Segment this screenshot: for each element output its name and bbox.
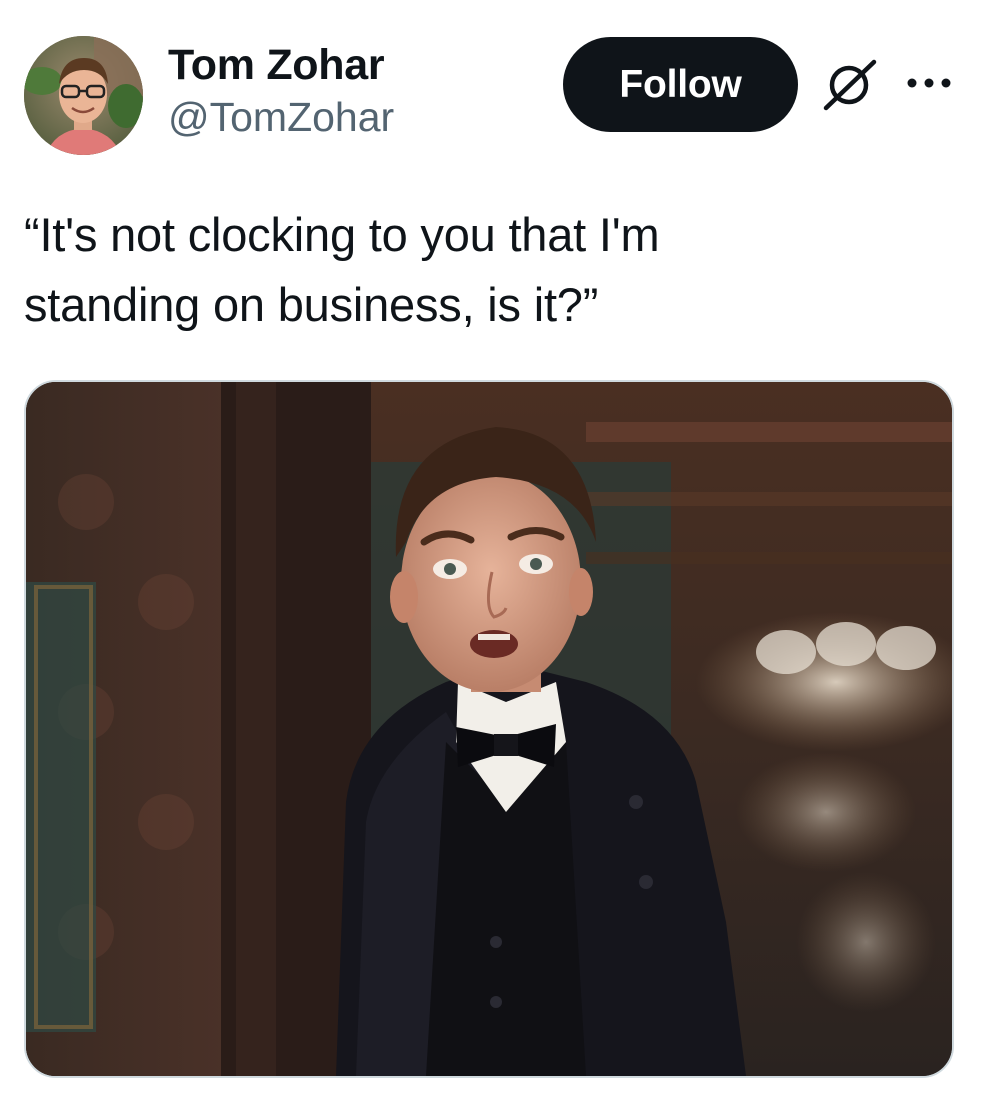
follow-button[interactable]: Follow	[563, 37, 798, 132]
author-handle[interactable]: @TomZohar	[168, 92, 394, 142]
author-display-name[interactable]: Tom Zohar	[168, 40, 394, 90]
author-avatar[interactable]	[24, 36, 143, 155]
tweet-text: “It's not clocking to you that I'm stand…	[24, 208, 660, 331]
video-still-image	[26, 382, 952, 1076]
author-info: Tom Zohar @TomZohar	[168, 40, 394, 142]
tweet-header: Tom Zohar @TomZohar Follow	[0, 0, 982, 170]
grok-icon[interactable]	[818, 56, 880, 112]
tweet-media[interactable]	[24, 380, 954, 1078]
avatar-image	[24, 36, 143, 155]
more-options-icon[interactable]	[902, 66, 956, 100]
